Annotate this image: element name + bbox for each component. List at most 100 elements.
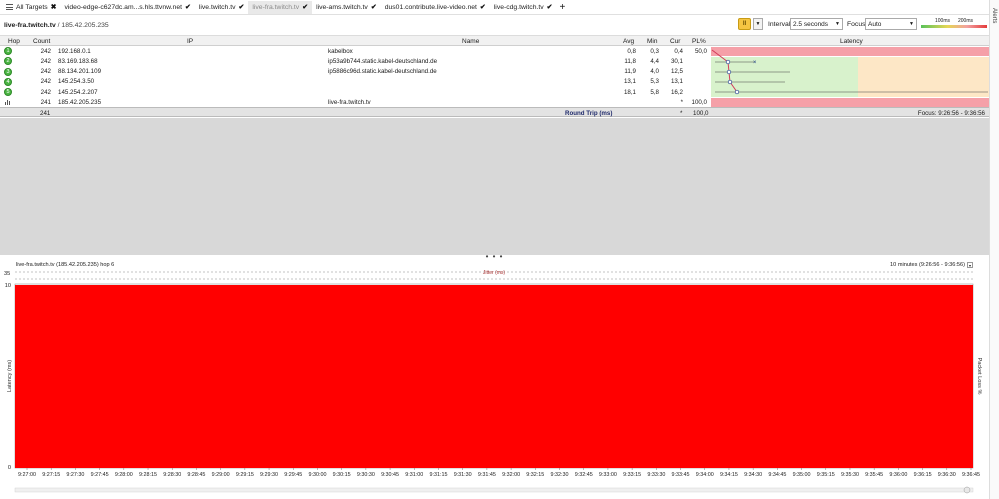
cell-cur: 16,2 (670, 88, 683, 96)
x-tick-label: 9:36:30 (938, 472, 956, 478)
interval-select[interactable]: 2.5 seconds ▼ (790, 18, 843, 30)
graph-time-range: 10 minutes (9:26:56 - 9:36:56) (890, 262, 965, 268)
cell-name: live-fra.twitch.tv (328, 98, 371, 106)
tab-dus01-contribute-live-video-net[interactable]: dus01.contribute.live-video.net ✔ (381, 1, 490, 14)
col-avg[interactable]: Avg (623, 38, 634, 45)
close-icon[interactable]: ✖ (51, 3, 57, 11)
x-tick-label: 9:31:30 (454, 472, 472, 478)
cell-min: 4,4 (650, 57, 659, 65)
scrollbar-thumb[interactable] (963, 486, 971, 494)
x-tick-label: 9:32:30 (551, 472, 569, 478)
alerts-panel[interactable]: Alerts (989, 0, 999, 499)
graph-title: live-fra.twitch.tv (185.42.205.235) hop … (16, 262, 115, 268)
x-tick-label: 9:31:15 (429, 472, 447, 478)
hop3-marker (726, 69, 732, 75)
tab-live-fra-twitch-tv[interactable]: live-fra.twitch.tv ✔ (248, 0, 313, 14)
x-tick-label: 9:35:30 (841, 472, 859, 478)
x-tick-label: 9:30:00 (308, 472, 326, 478)
x-tick-label: 9:36:45 (962, 472, 980, 478)
cell-min: 5,3 (650, 78, 659, 86)
x-tick-label: 9:35:00 (793, 472, 811, 478)
add-tab-icon[interactable]: + (560, 2, 566, 13)
y2-axis-title: Packet Loss % (976, 358, 982, 395)
focus-select[interactable]: Auto ▼ (865, 18, 917, 30)
tab-label: dus01.contribute.live-video.net (384, 3, 477, 11)
latency-color-legend: 100ms 200ms (921, 18, 987, 28)
tab-label: live-cdg.twitch.tv (493, 3, 544, 11)
hop5-marker (734, 89, 740, 95)
tab-live-ams-twitch-tv[interactable]: live-ams.twitch.tv ✔ (312, 1, 381, 14)
col-min[interactable]: Min (647, 38, 657, 45)
cell-pl: 100,0 (691, 98, 707, 106)
col-ip[interactable]: IP (187, 38, 193, 45)
timeline-graph[interactable]: 35 Jitter (ms) 10 0 Latency (ms) Packet Loss … (0, 269, 989, 499)
packet-loss-area (15, 285, 973, 468)
hop6-loss-bar (711, 98, 989, 107)
cell-ip: 192.168.0.1 (58, 47, 91, 55)
target-ip: 185.42.205.235 (61, 21, 109, 29)
focus-value: Auto (868, 20, 882, 28)
x-tick-label: 9:30:15 (333, 472, 351, 478)
x-tick-label: 9:35:45 (865, 472, 883, 478)
chevron-down-icon: ▼ (835, 21, 840, 27)
rt-count: 241 (40, 109, 51, 117)
cell-avg: 11,8 (624, 57, 636, 65)
cell-name: kabelbox (328, 47, 353, 55)
cell-avg: 0,8 (627, 47, 636, 55)
x-tick-label: 9:28:30 (163, 472, 181, 478)
latency-good-zone (711, 57, 858, 97)
x-tick-label: 9:29:45 (284, 472, 302, 478)
x-tick-label: 9:29:30 (260, 472, 278, 478)
legend-200ms: 200ms (957, 18, 973, 24)
x-tick-label: 9:31:45 (478, 472, 496, 478)
check-icon: ✔ (479, 4, 486, 11)
rt-pl: 100,0 (693, 109, 709, 117)
cell-count: 242 (40, 47, 51, 55)
trace-table-header: Hop Count IP Name Avg Min Cur PL% Latenc… (0, 35, 989, 46)
cell-cur: * (680, 98, 683, 106)
cell-name: ip5886c96d.static.kabel-deutschland.de (328, 68, 437, 76)
x-tick-label: 9:27:00 (18, 472, 36, 478)
x-tick-label: 9:27:45 (91, 472, 109, 478)
focus-label: Focus (847, 21, 866, 28)
col-hop[interactable]: Hop (8, 38, 20, 45)
x-tick-label: 9:33:30 (647, 472, 665, 478)
hop2-marker (725, 59, 731, 65)
latency-warn-zone (858, 57, 989, 97)
col-count[interactable]: Count (33, 38, 50, 45)
col-latency[interactable]: Latency (840, 38, 863, 45)
tab-live-twitch-tv[interactable]: live.twitch.tv ✔ (195, 1, 249, 14)
col-cur[interactable]: Cur (670, 38, 680, 45)
time-range-dropdown[interactable]: ▾ (967, 262, 973, 268)
chevron-down-icon: ▼ (909, 21, 914, 27)
tab-label: video-edge-c627dc.am...s.hls.ttvnw.net (64, 3, 182, 11)
bar-chart-icon (5, 99, 12, 106)
x-tick-label: 9:28:15 (139, 472, 157, 478)
tab-video-edge-c627dc-am-s-hls-ttvnw-net[interactable]: video-edge-c627dc.am...s.hls.ttvnw.net ✔ (60, 1, 194, 14)
pause-button[interactable]: II (738, 18, 751, 30)
cell-ip: 185.42.205.235 (58, 98, 102, 106)
x-tick-label: 9:30:30 (357, 472, 375, 478)
tab-label: live-fra.twitch.tv (252, 3, 300, 11)
x-tick-label: 9:31:00 (405, 472, 423, 478)
x-tick-label: 9:33:00 (599, 472, 617, 478)
hop-badge: 5 (4, 88, 12, 97)
cell-ip: 88.134.201.109 (58, 68, 102, 76)
x-tick-label: 9:32:15 (526, 472, 544, 478)
check-icon: ✔ (302, 4, 309, 11)
cell-avg: 18,1 (623, 88, 636, 96)
x-tick-label: 9:29:00 (212, 472, 230, 478)
cell-count: 242 (40, 88, 51, 96)
cell-ip: 145.254.2.207 (58, 88, 98, 96)
x-tick-label: 9:33:45 (672, 472, 690, 478)
col-pl[interactable]: PL% (692, 38, 706, 45)
pause-options-dropdown[interactable]: ▼ (753, 18, 763, 30)
x-tick-label: 9:27:15 (42, 472, 60, 478)
col-name[interactable]: Name (462, 38, 479, 45)
hop-badge: 2 (4, 57, 12, 66)
x-tick-label: 9:34:15 (720, 472, 738, 478)
round-trip-summary: 241 Round Trip (ms) * 100,0 Focus: 9:26:… (0, 107, 989, 117)
cell-ip: 83.169.183.68 (58, 57, 98, 65)
tab-all-targets[interactable]: All Targets ✖ (2, 1, 60, 14)
tab-live-cdg-twitch-tv[interactable]: live-cdg.twitch.tv ✔ (490, 1, 557, 14)
